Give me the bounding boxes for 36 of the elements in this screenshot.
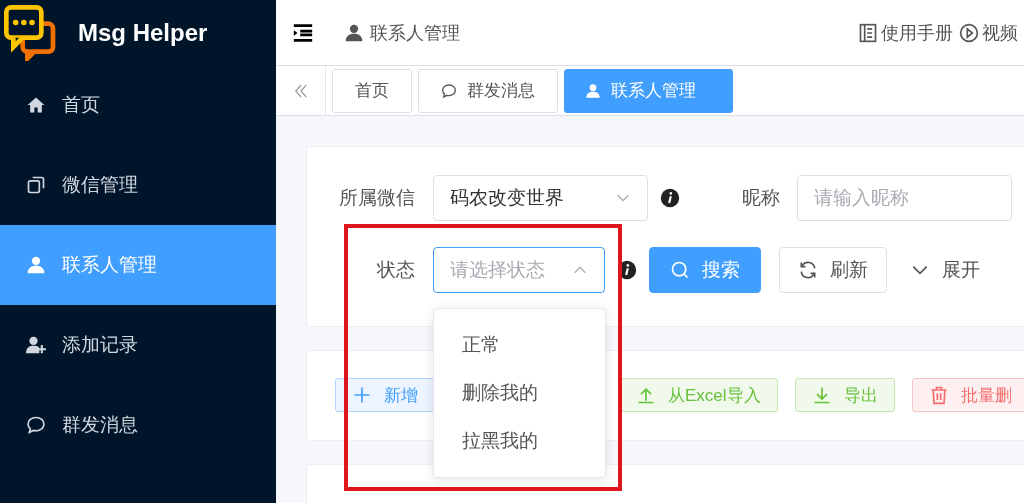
play-circle-icon (959, 22, 979, 43)
sidebar-item[interactable]: 微信管理 (0, 145, 276, 225)
header-link[interactable]: 视频 (982, 20, 1018, 45)
app-name: Msg Helper (78, 18, 208, 47)
field-label: 状态 (376, 258, 415, 282)
menu-fold-icon (292, 21, 314, 44)
dropdown-option[interactable]: 拉黑我的 (434, 417, 605, 465)
text-field[interactable]: 请输入昵称 (797, 175, 1012, 221)
dropdown-option[interactable]: 正常 (434, 321, 605, 369)
field-label: 昵称 (742, 186, 780, 210)
field-label: 所属微信 (338, 186, 415, 210)
user-icon (585, 82, 601, 99)
user-add-icon (26, 335, 46, 355)
tab[interactable]: 群发消息 (418, 68, 558, 113)
tab[interactable]: 首页 (332, 68, 412, 113)
copy-icon (26, 175, 46, 195)
book-icon (858, 22, 878, 43)
sidebar-item[interactable]: 群发消息 (0, 385, 276, 465)
refresh-icon (798, 260, 818, 280)
breadcrumb[interactable]: 联系人管理 (370, 20, 460, 45)
upload-icon (636, 385, 656, 405)
chat-bubble-icon (26, 415, 46, 435)
user-icon (344, 22, 364, 43)
home-icon (26, 95, 46, 115)
dropdown-option[interactable]: 删除我的 (434, 369, 605, 417)
plus-icon (352, 385, 372, 405)
sidebar-item[interactable]: 添加记录 (0, 305, 276, 385)
expand-toggle[interactable]: 展开 (905, 247, 985, 293)
refresh-button[interactable]: 刷新 (779, 247, 887, 293)
user-icon (26, 255, 46, 275)
header-link[interactable]: 使用手册 (881, 20, 953, 45)
info-icon (660, 188, 680, 208)
chat-bubble-icon (441, 82, 457, 99)
select-field[interactable]: 码农改变世界 (433, 175, 648, 221)
sidebar-item[interactable]: 首页 (0, 65, 276, 145)
search-icon (670, 260, 690, 280)
